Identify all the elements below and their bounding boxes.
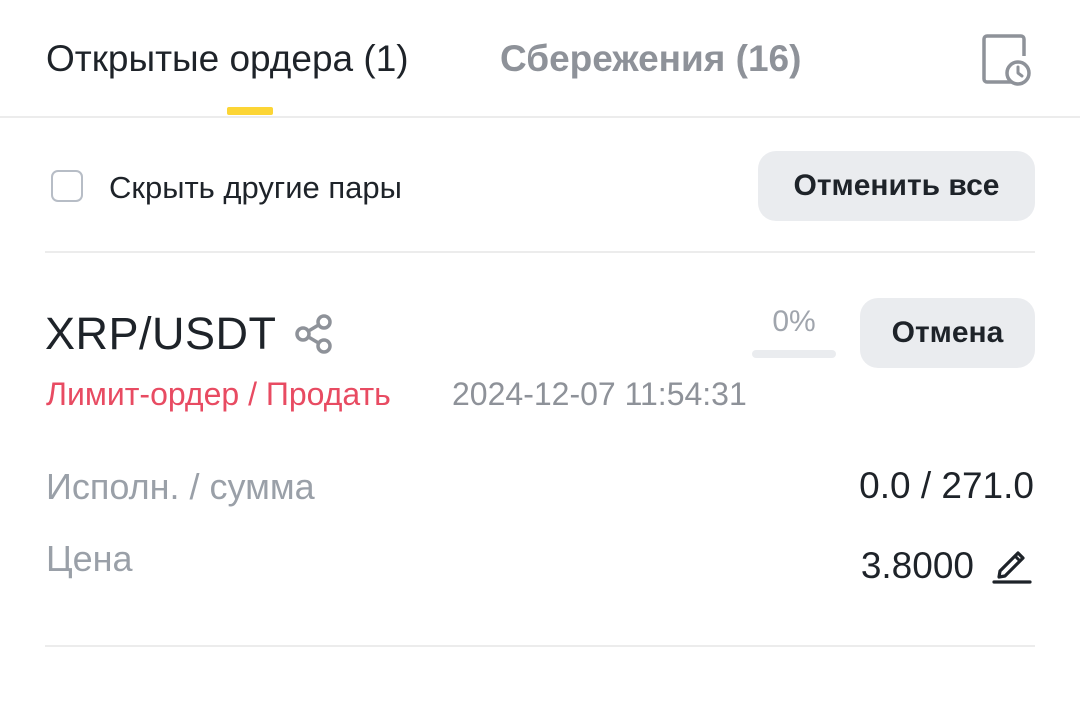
order-type-side: Лимит-ордер / Продать [46, 376, 391, 412]
divider [45, 251, 1035, 253]
edit-pencil-icon[interactable] [990, 541, 1034, 585]
cancel-all-button[interactable]: Отменить все [758, 151, 1035, 221]
fill-progress-bar [752, 350, 836, 358]
tab-open-orders[interactable]: Открытые ордера (1) [46, 38, 409, 80]
filled-amount-value: 0.0 / 271.0 [859, 465, 1034, 506]
hide-other-pairs-checkbox[interactable] [51, 170, 83, 202]
price-value: 3.8000 [860, 545, 974, 586]
order-timestamp: 2024-12-07 11:54:31 [452, 376, 747, 412]
filled-amount-label: Исполн. / сумма [46, 466, 315, 507]
tab-savings[interactable]: Сбережения (16) [500, 38, 801, 80]
order-history-clock-icon[interactable] [978, 30, 1034, 88]
share-icon[interactable] [293, 313, 337, 355]
price-label: Цена [46, 538, 133, 579]
orders-tab-bar: Открытые ордера (1) Сбережения (16) [0, 0, 1080, 118]
hide-other-pairs-label[interactable]: Скрыть другие пары [109, 170, 402, 206]
active-tab-indicator [227, 107, 273, 115]
fill-percent-text: 0% [772, 305, 816, 338]
open-orders-screen: Открытые ордера (1) Сбережения (16) Скры… [0, 0, 1080, 721]
divider [45, 645, 1035, 647]
order-pair: XRP/USDT [45, 308, 277, 359]
cancel-order-button[interactable]: Отмена [860, 298, 1035, 368]
